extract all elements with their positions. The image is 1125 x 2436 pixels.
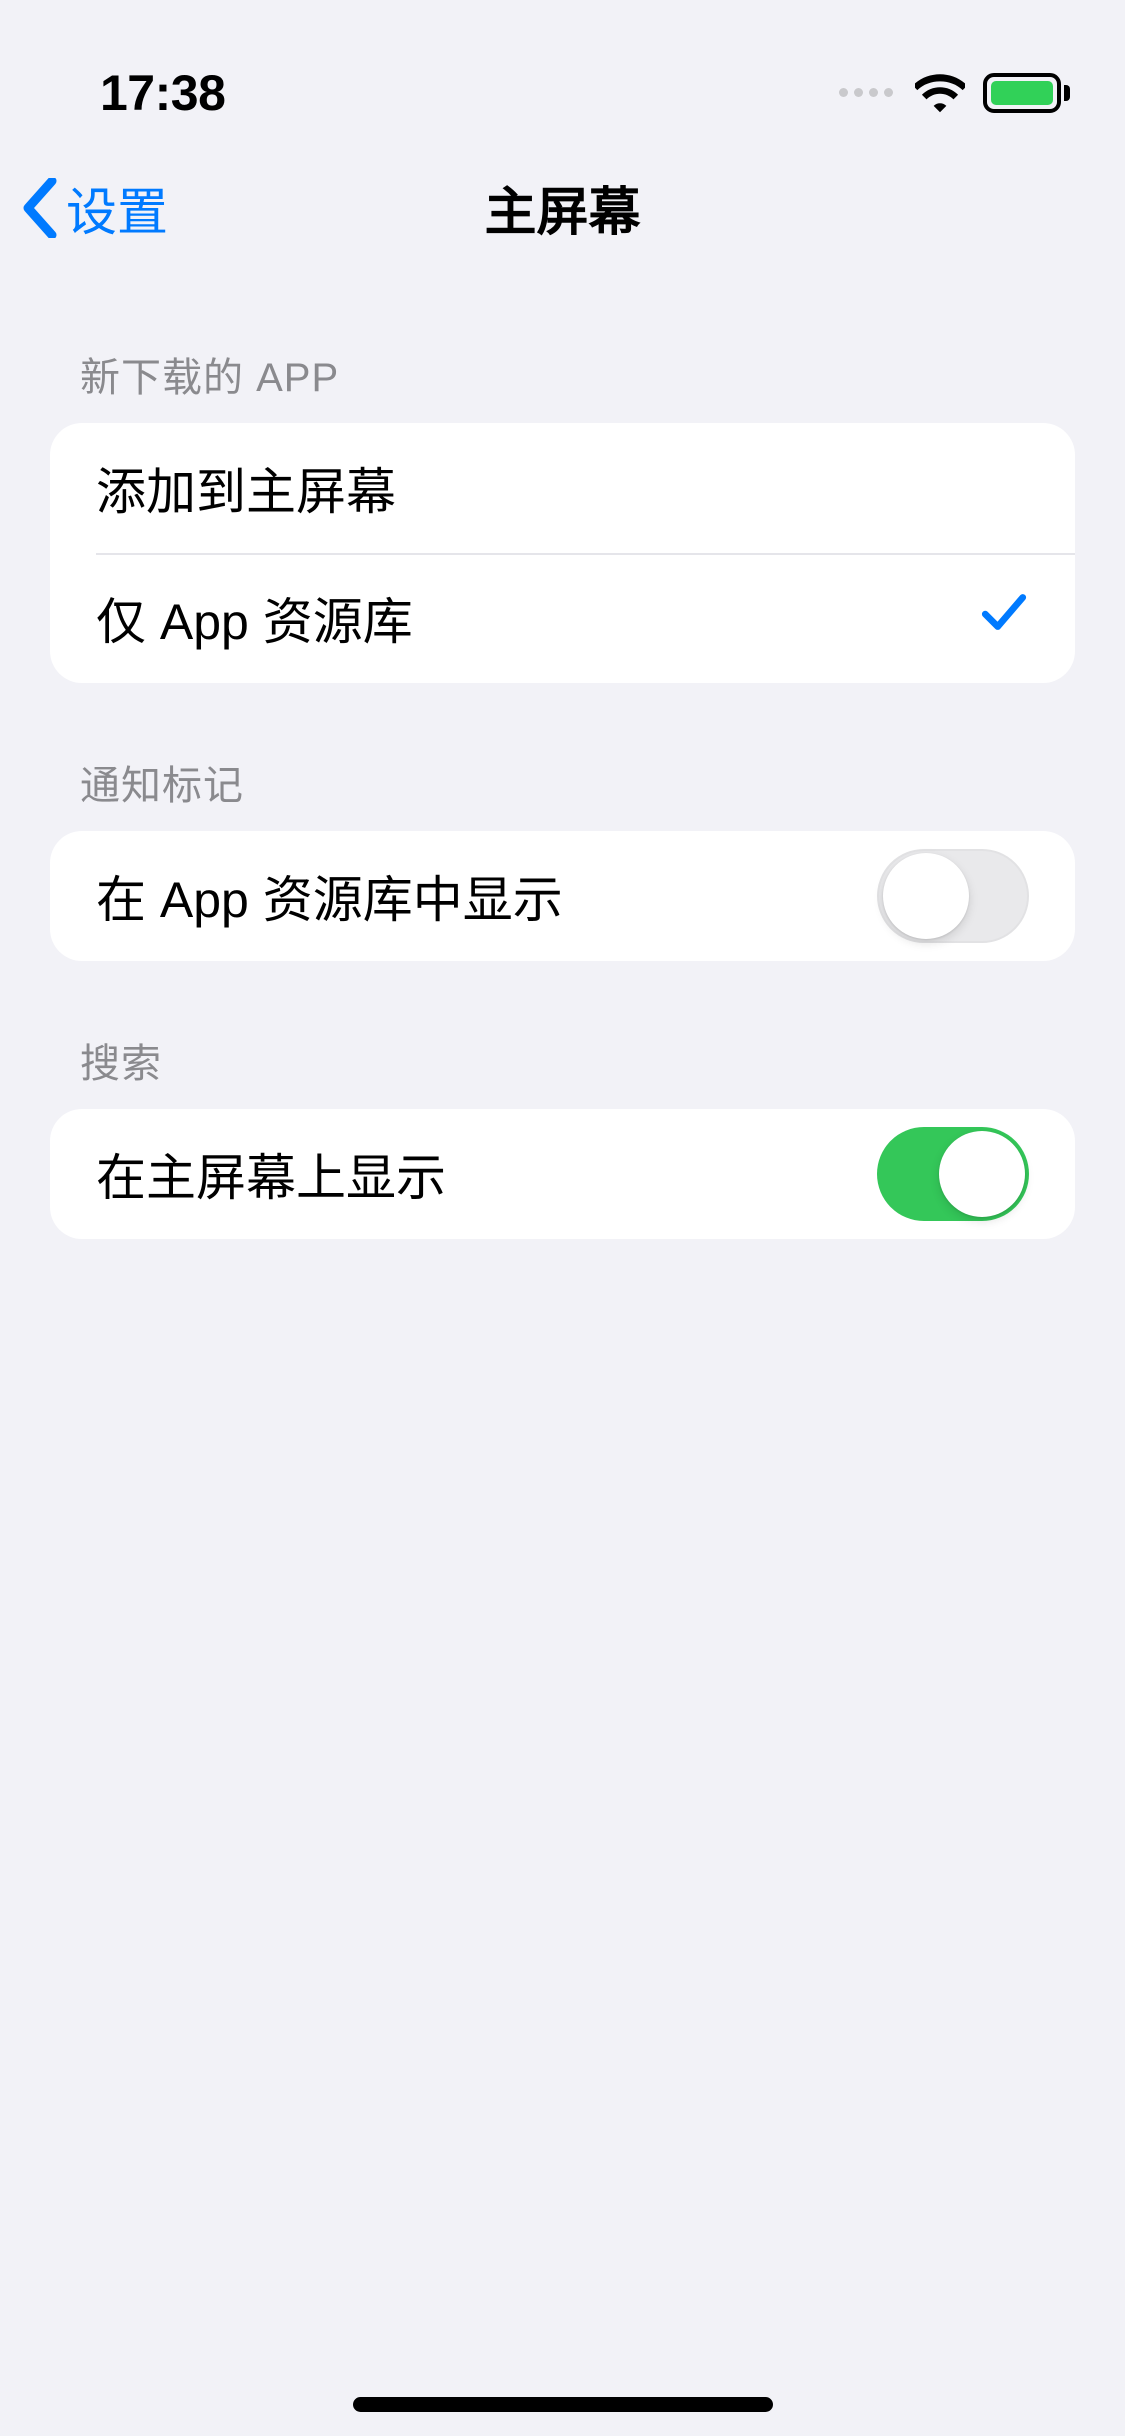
status-indicators — [839, 73, 1070, 113]
section-header-search: 搜索 — [50, 961, 1075, 1109]
row-label: 在主屏幕上显示 — [96, 1138, 446, 1210]
section-header-new-downloads: 新下载的 APP — [50, 275, 1075, 423]
group-search: 在主屏幕上显示 — [50, 1109, 1075, 1239]
group-badges: 在 App 资源库中显示 — [50, 831, 1075, 961]
option-label: 仅 App 资源库 — [96, 582, 413, 654]
status-bar: 17:38 — [0, 0, 1125, 140]
status-time: 17:38 — [100, 64, 225, 122]
battery-icon — [983, 73, 1070, 113]
group-new-downloads: 添加到主屏幕 仅 App 资源库 — [50, 423, 1075, 683]
nav-bar: 设置 主屏幕 — [0, 140, 1125, 275]
row-show-on-home: 在主屏幕上显示 — [50, 1109, 1075, 1239]
back-label: 设置 — [66, 171, 168, 245]
option-label: 添加到主屏幕 — [96, 452, 396, 524]
section-header-badges: 通知标记 — [50, 683, 1075, 831]
toggle-show-in-library[interactable] — [877, 849, 1029, 943]
home-indicator[interactable] — [353, 2397, 773, 2412]
chevron-left-icon — [20, 178, 60, 238]
back-button[interactable]: 设置 — [20, 171, 168, 245]
checkmark-icon — [979, 587, 1029, 649]
cellular-dots-icon — [839, 88, 893, 97]
wifi-icon — [915, 73, 965, 113]
page-title: 主屏幕 — [0, 170, 1125, 245]
row-label: 在 App 资源库中显示 — [96, 860, 563, 932]
row-show-in-library: 在 App 资源库中显示 — [50, 831, 1075, 961]
option-app-library-only[interactable]: 仅 App 资源库 — [50, 553, 1075, 683]
toggle-show-on-home[interactable] — [877, 1127, 1029, 1221]
option-add-to-home[interactable]: 添加到主屏幕 — [50, 423, 1075, 553]
